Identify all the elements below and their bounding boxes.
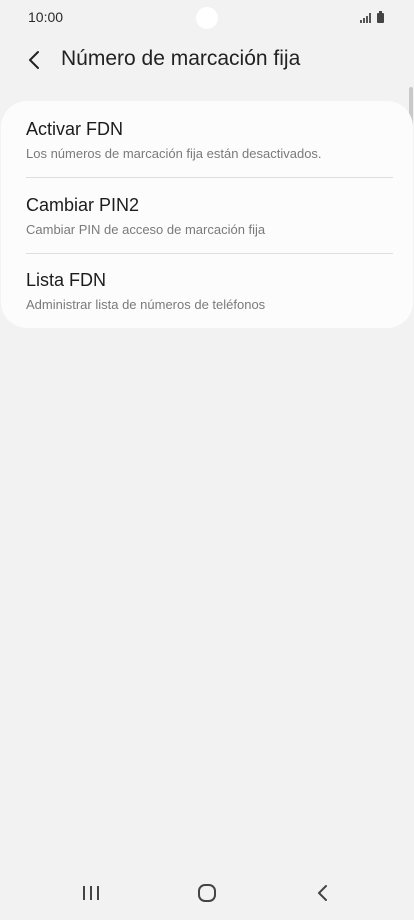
- status-bar: 10:00: [0, 0, 414, 36]
- app-bar: Número de marcación fija: [0, 36, 414, 84]
- item-subtitle: Cambiar PIN de acceso de marcación fija: [26, 222, 266, 237]
- back-icon: [318, 885, 327, 901]
- home-button[interactable]: [182, 878, 232, 908]
- recent-apps-icon: [83, 886, 99, 900]
- list-item-activar-fdn[interactable]: Activar FDN Los números de marcación fij…: [1, 101, 413, 176]
- item-subtitle: Administrar lista de números de teléfono…: [26, 297, 266, 312]
- nav-back-button[interactable]: [298, 878, 348, 908]
- status-time: 10:00: [28, 9, 64, 25]
- camera-cutout: [196, 7, 218, 29]
- battery-icon: [377, 11, 384, 23]
- navigation-bar: [0, 866, 414, 920]
- item-subtitle: Los números de marcación fija están desa…: [26, 146, 322, 161]
- item-title: Lista FDN: [26, 270, 107, 290]
- item-title: Cambiar PIN2: [26, 195, 140, 215]
- list-item-lista-fdn[interactable]: Lista FDN Administrar lista de números d…: [1, 252, 413, 327]
- back-button[interactable]: [18, 44, 52, 76]
- home-icon: [198, 884, 216, 902]
- settings-card: Activar FDN Los números de marcación fij…: [1, 101, 413, 328]
- list-item-cambiar-pin2[interactable]: Cambiar PIN2 Cambiar PIN de acceso de ma…: [1, 177, 413, 252]
- item-title: Activar FDN: [26, 119, 124, 139]
- status-icons: [360, 11, 384, 23]
- signal-icon: [360, 13, 371, 23]
- chevron-left-icon: [29, 51, 39, 69]
- recent-apps-button[interactable]: [66, 878, 116, 908]
- page-title: Número de marcación fija: [61, 47, 301, 70]
